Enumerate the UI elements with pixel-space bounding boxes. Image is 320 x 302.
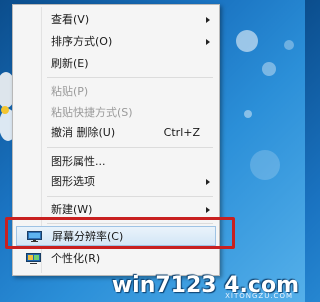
menu-item-label: 刷新(E): [51, 57, 89, 70]
menu-item-label: 撤消 删除(U): [51, 126, 116, 139]
menu-item-graphics-options[interactable]: 图形选项: [16, 172, 216, 192]
bokeh-light: [250, 150, 280, 180]
annotation-highlight-box: [5, 217, 235, 249]
menu-item-undo-delete[interactable]: 撤消 删除(U) Ctrl+Z: [16, 123, 216, 143]
menu-item-label: 图形属性...: [51, 155, 106, 168]
menu-item-refresh[interactable]: 刷新(E): [16, 54, 216, 74]
menu-item-label: 个性化(R): [51, 252, 101, 265]
menu-separator: [47, 147, 213, 148]
menu-item-label: 图形选项: [51, 175, 95, 188]
menu-item-label: 查看(V): [51, 13, 90, 26]
submenu-arrow-icon: [206, 39, 210, 45]
menu-item-label: 排序方式(O): [51, 35, 113, 48]
bokeh-light: [244, 110, 252, 118]
menu-item-paste[interactable]: 粘贴(P): [16, 82, 216, 102]
submenu-arrow-icon: [206, 207, 210, 213]
submenu-arrow-icon: [206, 17, 210, 23]
menu-item-label: 粘贴快捷方式(S): [51, 106, 133, 119]
menu-separator: [47, 196, 213, 197]
personalize-icon: [26, 253, 41, 264]
menu-item-paste-shortcut[interactable]: 粘贴快捷方式(S): [16, 103, 216, 123]
menu-item-sort-by[interactable]: 排序方式(O): [16, 32, 216, 52]
watermark-subtext: XITONGZU.COM: [225, 292, 293, 300]
menu-separator: [47, 77, 213, 78]
menu-item-graphics-properties[interactable]: 图形属性...: [16, 152, 216, 172]
bokeh-light: [262, 62, 276, 76]
bokeh-light: [236, 30, 258, 52]
bokeh-light: [284, 40, 294, 50]
submenu-arrow-icon: [206, 179, 210, 185]
menu-item-shortcut: Ctrl+Z: [163, 126, 200, 139]
menu-item-personalize[interactable]: 个性化(R): [16, 249, 216, 269]
menu-item-view[interactable]: 查看(V): [16, 10, 216, 30]
menu-item-label: 粘贴(P): [51, 85, 89, 98]
